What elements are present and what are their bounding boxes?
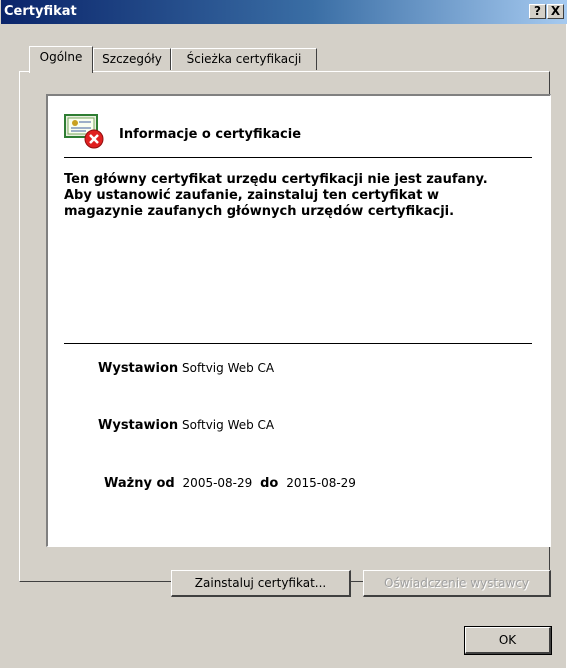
ok-button[interactable]: OK: [464, 626, 552, 655]
issued-by-value: Softvig Web CA: [182, 418, 275, 432]
valid-from-label: Ważny od: [104, 476, 175, 491]
valid-to-label: do: [260, 476, 279, 491]
window-title: Certyfikat: [4, 4, 77, 19]
tab-certification-path[interactable]: Ścieżka certyfikacji: [171, 48, 317, 70]
issued-to-value: Softvig Web CA: [182, 361, 275, 375]
close-button[interactable]: X: [547, 4, 564, 19]
validity-row: Ważny od 2005-08-29 do 2015-08-29: [104, 476, 356, 491]
title-bar[interactable]: Certyfikat ? X: [1, 0, 567, 24]
issued-by-row: Wystawion Softvig Web CA: [98, 418, 274, 433]
trust-warning-message: Ten główny certyfikat urzędu certyfikacj…: [64, 172, 488, 219]
certificate-dialog: Certyfikat ? X Ogólne Szczegóły Ścieżka …: [0, 0, 567, 668]
issued-by-label: Wystawion: [98, 418, 179, 433]
issued-to-row: Wystawion Softvig Web CA: [98, 361, 274, 376]
valid-to-value: 2015-08-29: [286, 476, 356, 490]
issuer-statement-button[interactable]: Oświadczenie wystawcy: [363, 570, 551, 597]
details-divider: [64, 343, 532, 344]
tab-details[interactable]: Szczegóły: [93, 48, 171, 70]
error-x-icon: [84, 129, 104, 149]
valid-from-value: 2005-08-29: [182, 476, 253, 490]
install-certificate-button[interactable]: Zainstaluj certyfikat...: [171, 570, 351, 597]
issued-to-label: Wystawion: [98, 361, 179, 376]
info-heading: Informacje o certyfikacie: [119, 127, 302, 142]
heading-divider: [64, 157, 532, 158]
help-button[interactable]: ?: [529, 4, 546, 19]
tab-general[interactable]: Ogólne: [29, 46, 93, 73]
